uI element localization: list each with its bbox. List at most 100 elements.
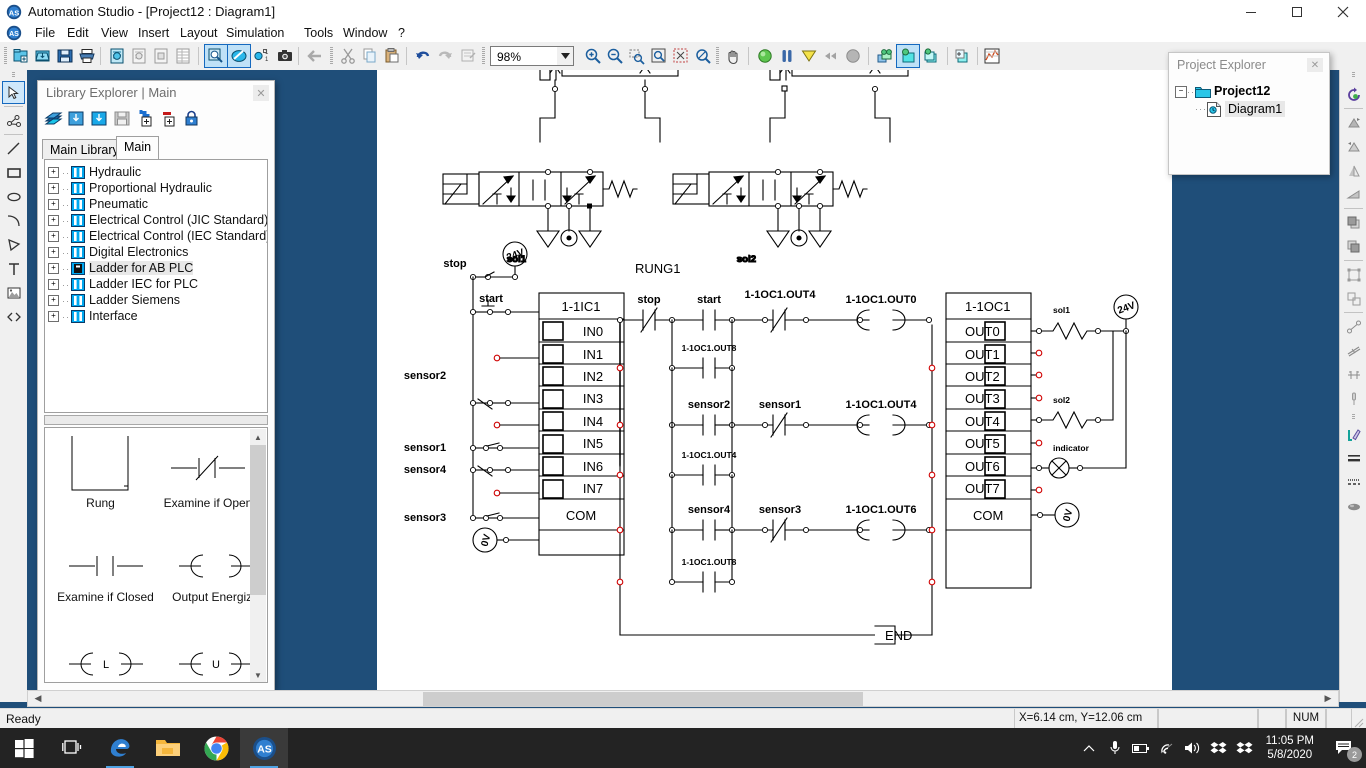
toolbar-grip[interactable] <box>716 47 719 65</box>
task-view-icon[interactable] <box>48 728 96 768</box>
lock-library-icon[interactable] <box>180 107 202 129</box>
dropbox-icon[interactable] <box>1206 728 1232 768</box>
import-library-icon[interactable] <box>65 107 87 129</box>
microphone-icon[interactable] <box>1102 728 1128 768</box>
code-tool[interactable] <box>3 306 24 327</box>
tree-item-ladder-siemens[interactable]: + ··· Ladder Siemens <box>48 292 180 308</box>
scroll-down-icon[interactable]: ▼ <box>250 667 266 682</box>
align-bottom-icon[interactable] <box>1343 136 1364 157</box>
project-child-row[interactable]: ··· Diagram1 <box>1195 101 1286 118</box>
sequence-diagram-icon[interactable] <box>874 45 896 67</box>
save-icon[interactable] <box>54 45 76 67</box>
project-root-row[interactable]: − ·· Project12 <box>1175 83 1270 100</box>
print-icon[interactable] <box>76 45 98 67</box>
collapse-icon[interactable]: − <box>1175 85 1187 98</box>
tree-item-hydraulic[interactable]: + ··· Hydraulic <box>48 164 141 180</box>
file-explorer-icon[interactable] <box>144 728 192 768</box>
taskbar-clock[interactable]: 11:05 PM 5/8/2020 <box>1258 734 1322 762</box>
menu-insert[interactable]: Insert <box>131 24 176 42</box>
new-diagram-icon[interactable] <box>106 45 128 67</box>
report-table-icon[interactable] <box>172 45 194 67</box>
expand-icon[interactable]: + <box>48 183 59 195</box>
expand-icon[interactable]: + <box>48 279 59 291</box>
simulation-step-icon[interactable] <box>776 45 798 67</box>
close-icon[interactable]: ✕ <box>253 85 269 101</box>
copy-icon[interactable] <box>359 45 381 67</box>
open-library-icon[interactable] <box>42 107 64 129</box>
scrollbar-thumb[interactable] <box>250 445 266 595</box>
symbol-examine-if-closed[interactable]: Examine if Closed <box>53 540 158 604</box>
scroll-up-icon[interactable]: ▲ <box>250 429 266 445</box>
automation-studio-icon[interactable]: AS <box>240 728 288 768</box>
minimize-button[interactable] <box>1228 0 1274 24</box>
scroll-right-icon[interactable]: ▶ <box>1320 691 1336 706</box>
pen-color-icon[interactable] <box>1343 424 1364 445</box>
add-layer-icon[interactable] <box>951 45 973 67</box>
expand-icon[interactable]: + <box>48 167 59 179</box>
expand-icon[interactable]: + <box>48 215 59 227</box>
volume-icon[interactable] <box>1180 728 1206 768</box>
select-arrow-tool[interactable] <box>2 81 25 104</box>
chrome-browser-icon[interactable] <box>192 728 240 768</box>
tree-item-proportional-hydraulic[interactable]: + ··· Proportional Hydraulic <box>48 180 212 196</box>
menu-help[interactable]: ? <box>391 24 412 42</box>
tree-item-interface[interactable]: + ··· Interface <box>48 308 138 324</box>
expand-icon[interactable]: + <box>48 295 59 307</box>
copy-layer-icon[interactable] <box>920 45 942 67</box>
menu-file[interactable]: File <box>28 24 62 42</box>
remove-component-icon[interactable] <box>157 107 179 129</box>
export-library-icon[interactable] <box>88 107 110 129</box>
save-library-icon[interactable] <box>111 107 133 129</box>
align-top-icon[interactable] <box>1343 112 1364 133</box>
expand-icon[interactable]: + <box>48 231 59 243</box>
ellipse-tool[interactable] <box>3 186 24 207</box>
line-weight-icon[interactable] <box>1343 448 1364 469</box>
symbol-rung[interactable]: Rung <box>53 434 148 510</box>
redo-icon[interactable] <box>434 45 456 67</box>
scroll-left-icon[interactable]: ◀ <box>30 691 46 706</box>
image-tool[interactable] <box>3 282 24 303</box>
horizontal-scrollbar[interactable]: ◀ ▶ <box>27 690 1339 707</box>
flip-horizontal-icon[interactable] <box>1343 184 1364 205</box>
menu-window[interactable]: Window <box>336 24 394 42</box>
simulation-slow-icon[interactable] <box>798 45 820 67</box>
diagram-canvas[interactable]: sol1 sol2 24V 0V 24V 0V sol1 sol2 stop s… <box>377 70 1172 690</box>
zoom-preview-icon[interactable] <box>204 44 228 68</box>
menu-edit[interactable]: Edit <box>60 24 96 42</box>
battery-icon[interactable] <box>1128 728 1154 768</box>
send-back-icon[interactable] <box>1343 236 1364 257</box>
bring-front-icon[interactable] <box>1343 212 1364 233</box>
group-icon[interactable] <box>1343 264 1364 285</box>
new-layer-icon[interactable] <box>896 44 920 68</box>
polygon-tool[interactable] <box>3 234 24 255</box>
new-project-icon[interactable] <box>10 45 32 67</box>
undo-icon[interactable] <box>412 45 434 67</box>
panel-splitter[interactable] <box>44 415 268 425</box>
edge-browser-icon[interactable] <box>96 728 144 768</box>
snapshot-icon[interactable] <box>274 45 296 67</box>
add-component-icon[interactable] <box>134 107 156 129</box>
pan-hand-icon[interactable] <box>722 45 744 67</box>
project-explorer-panel[interactable]: Project Explorer ✕ − ·· Project12 ··· Diagr… <box>1168 52 1330 175</box>
expand-icon[interactable]: + <box>48 311 59 323</box>
resize-grip[interactable] <box>1350 714 1364 728</box>
zoom-select-icon[interactable] <box>692 45 714 67</box>
dropbox-icon-2[interactable] <box>1232 728 1258 768</box>
tree-item-pneumatic[interactable]: + ··· Pneumatic <box>48 196 148 212</box>
toolbar-grip[interactable] <box>4 47 7 65</box>
zoom-page-icon[interactable] <box>648 45 670 67</box>
pin-icon[interactable] <box>1343 388 1364 409</box>
tree-item-digital-electronics[interactable]: + ··· Digital Electronics <box>48 244 188 260</box>
edit-mode-icon[interactable] <box>227 44 251 68</box>
maximize-button[interactable] <box>1274 0 1320 24</box>
menu-tools[interactable]: Tools <box>297 24 340 42</box>
tree-item-electrical-control-iec[interactable]: + ··· Electrical Control (IEC Standard) <box>48 228 267 244</box>
close-icon[interactable]: ✕ <box>1307 58 1323 72</box>
link-connection-tool[interactable] <box>3 110 24 131</box>
simulation-normal-icon[interactable] <box>754 45 776 67</box>
arc-tool[interactable] <box>3 210 24 231</box>
zoom-level-input[interactable]: 98% <box>490 46 558 66</box>
show-hidden-icons-chevron[interactable] <box>1076 728 1102 768</box>
flip-vertical-icon[interactable] <box>1343 160 1364 181</box>
distribute-icon[interactable] <box>1343 364 1364 385</box>
